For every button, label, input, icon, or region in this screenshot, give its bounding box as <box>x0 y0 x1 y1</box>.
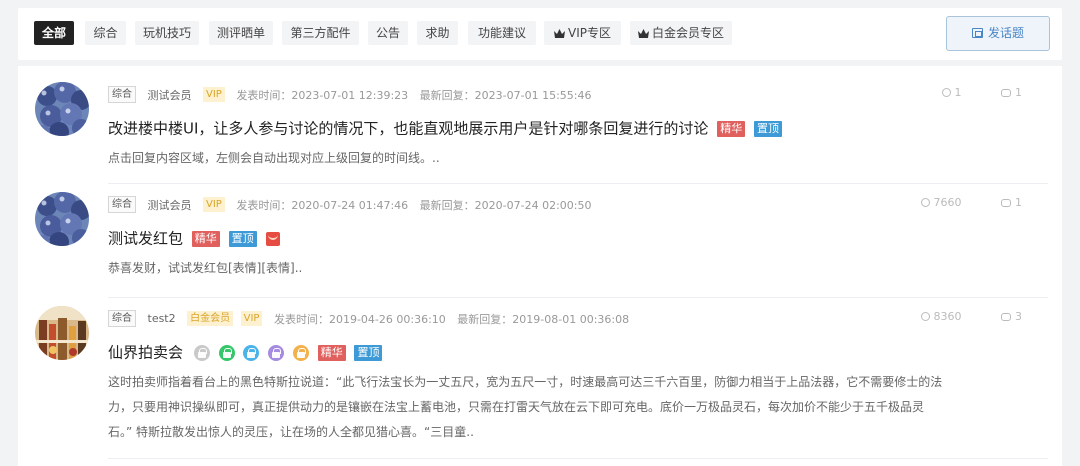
username[interactable]: 测试会员 <box>148 87 192 103</box>
pinned-badge: 置顶 <box>228 230 257 247</box>
essence-badge: 精华 <box>317 344 346 361</box>
post-item[interactable]: 综合 测试会员 VIP 发表时间：2020-07-24 01:47:46 最新回… <box>18 184 1062 297</box>
post-icon <box>971 28 983 38</box>
category-tab-accessories[interactable]: 第三方配件 <box>282 21 359 45</box>
post-meta: 综合 测试会员 VIP 发表时间：2023-07-01 12:39:23 最新回… <box>108 86 599 104</box>
view-count: 1 <box>954 86 962 99</box>
blueberries-avatar-image <box>35 82 89 136</box>
post-stats: 8360 3 <box>885 310 1022 323</box>
category-tab-label: 求助 <box>425 26 450 40</box>
category-tab-label: 第三方配件 <box>290 26 351 40</box>
post-title-row: 仙界拍卖会 精华 置顶 <box>108 341 383 363</box>
post-list: 综合 测试会员 VIP 发表时间：2023-07-01 12:39:23 最新回… <box>18 66 1062 466</box>
crown-icon <box>554 29 565 38</box>
category-tab-label: VIP专区 <box>568 26 611 40</box>
lock-icon <box>268 344 285 361</box>
username[interactable]: test2 <box>148 312 176 325</box>
eye-icon <box>941 88 951 97</box>
category-tag[interactable]: 综合 <box>108 196 136 213</box>
shop-shelf-avatar-image <box>35 306 89 360</box>
category-tab-label: 测评晒单 <box>216 26 265 40</box>
category-tab-help[interactable]: 求助 <box>417 21 458 45</box>
crown-icon <box>637 29 649 38</box>
lock-icon <box>243 344 260 361</box>
avatar[interactable] <box>35 82 89 136</box>
post-meta: 综合 测试会员 VIP 发表时间：2020-07-24 01:47:46 最新回… <box>108 196 599 214</box>
post-title[interactable]: 仙界拍卖会 <box>108 344 183 362</box>
blueberries-avatar-image <box>35 192 89 246</box>
post-item[interactable]: 综合 test2 白金会员 VIP 发表时间：2019-04-26 00:36:… <box>18 298 1062 466</box>
red-envelope-icon <box>266 231 281 246</box>
reply-count: 1 <box>1015 196 1022 209</box>
avatar[interactable] <box>35 192 89 246</box>
post-item[interactable]: 综合 测试会员 VIP 发表时间：2023-07-01 12:39:23 最新回… <box>18 66 1062 183</box>
post-excerpt[interactable]: 这时拍卖师指着看台上的黑色特斯拉说道：“此飞行法宝长为一丈五尺，宽为五尺一寸，时… <box>108 370 948 445</box>
comment-icon <box>1001 89 1011 97</box>
post-excerpt[interactable]: 点击回复内容区域，左侧会自动出现对应上级回复的时间线。.. <box>108 146 948 171</box>
posted-time: 发表时间：2023-07-01 12:39:23 <box>236 88 409 102</box>
post-title-row: 改进楼中楼UI，让多人参与讨论的情况下，也能直观地展示用户是针对哪条回复进行的讨… <box>108 117 782 139</box>
category-tab-platinum[interactable]: 白金会员专区 <box>630 21 732 45</box>
category-tab-vip[interactable]: VIP专区 <box>544 21 621 45</box>
eye-icon <box>920 198 930 207</box>
platinum-member-badge: 白金会员 <box>187 311 234 326</box>
post-excerpt[interactable]: 恭喜发财，试试发红包[表情][表情].. <box>108 256 948 281</box>
comment-icon <box>1001 199 1011 207</box>
post-meta: 综合 test2 白金会员 VIP 发表时间：2019-04-26 00:36:… <box>108 310 637 328</box>
pinned-badge: 置顶 <box>753 120 782 137</box>
essence-badge: 精华 <box>717 120 746 137</box>
reply-count: 1 <box>1015 86 1022 99</box>
category-tab-label: 综合 <box>93 26 118 40</box>
lock-icon <box>193 344 210 361</box>
category-tab-tips[interactable]: 玩机技巧 <box>135 21 199 45</box>
vip-badge: VIP <box>203 197 225 212</box>
eye-icon <box>920 312 930 321</box>
post-title[interactable]: 测试发红包 <box>108 230 183 248</box>
category-tab-label: 公告 <box>375 26 400 40</box>
pinned-badge: 置顶 <box>354 344 383 361</box>
posted-time: 发表时间：2020-07-24 01:47:46 <box>236 198 409 212</box>
post-stats: 1 1 <box>906 86 1022 99</box>
vip-badge: VIP <box>203 87 225 102</box>
lock-icon <box>292 344 309 361</box>
new-topic-button[interactable]: 发话题 <box>946 16 1050 51</box>
post-stats: 7660 1 <box>885 196 1022 209</box>
category-tab-label: 玩机技巧 <box>142 26 191 40</box>
username[interactable]: 测试会员 <box>148 197 192 213</box>
category-tab-reviews[interactable]: 测评晒单 <box>209 21 273 45</box>
view-count: 8360 <box>933 310 962 323</box>
category-tab-all[interactable]: 全部 <box>34 21 74 45</box>
posted-time: 发表时间：2019-04-26 00:36:10 <box>273 312 446 326</box>
avatar[interactable] <box>35 306 89 360</box>
comment-icon <box>1001 313 1011 321</box>
reply-count: 3 <box>1015 310 1022 323</box>
new-topic-label: 发话题 <box>987 26 1024 40</box>
category-tab-label: 白金会员专区 <box>651 26 724 40</box>
post-title[interactable]: 改进楼中楼UI，让多人参与讨论的情况下，也能直观地展示用户是针对哪条回复进行的讨… <box>108 120 708 138</box>
vip-badge: VIP <box>240 311 263 326</box>
lock-icon <box>218 344 235 361</box>
category-tag[interactable]: 综合 <box>108 310 136 327</box>
last-reply-time: 最新回复：2023-07-01 15:55:46 <box>419 88 592 102</box>
view-count: 7660 <box>933 196 962 209</box>
category-tag[interactable]: 综合 <box>108 86 136 103</box>
last-reply-time: 最新回复：2019-08-01 00:36:08 <box>457 312 630 326</box>
category-tab-label: 功能建议 <box>477 26 526 40</box>
essence-badge: 精华 <box>191 230 220 247</box>
category-tab-suggestions[interactable]: 功能建议 <box>468 21 536 45</box>
last-reply-time: 最新回复：2020-07-24 02:00:50 <box>419 198 592 212</box>
category-filter-bar: 全部 综合 玩机技巧 测评晒单 第三方配件 公告 求助 功能建议 VIP专区 白… <box>18 8 1062 60</box>
category-tab-announcements[interactable]: 公告 <box>368 21 408 45</box>
post-title-row: 测试发红包 精华 置顶 <box>108 227 281 249</box>
category-tab-label: 全部 <box>41 26 66 40</box>
category-tab-general[interactable]: 综合 <box>85 21 126 45</box>
